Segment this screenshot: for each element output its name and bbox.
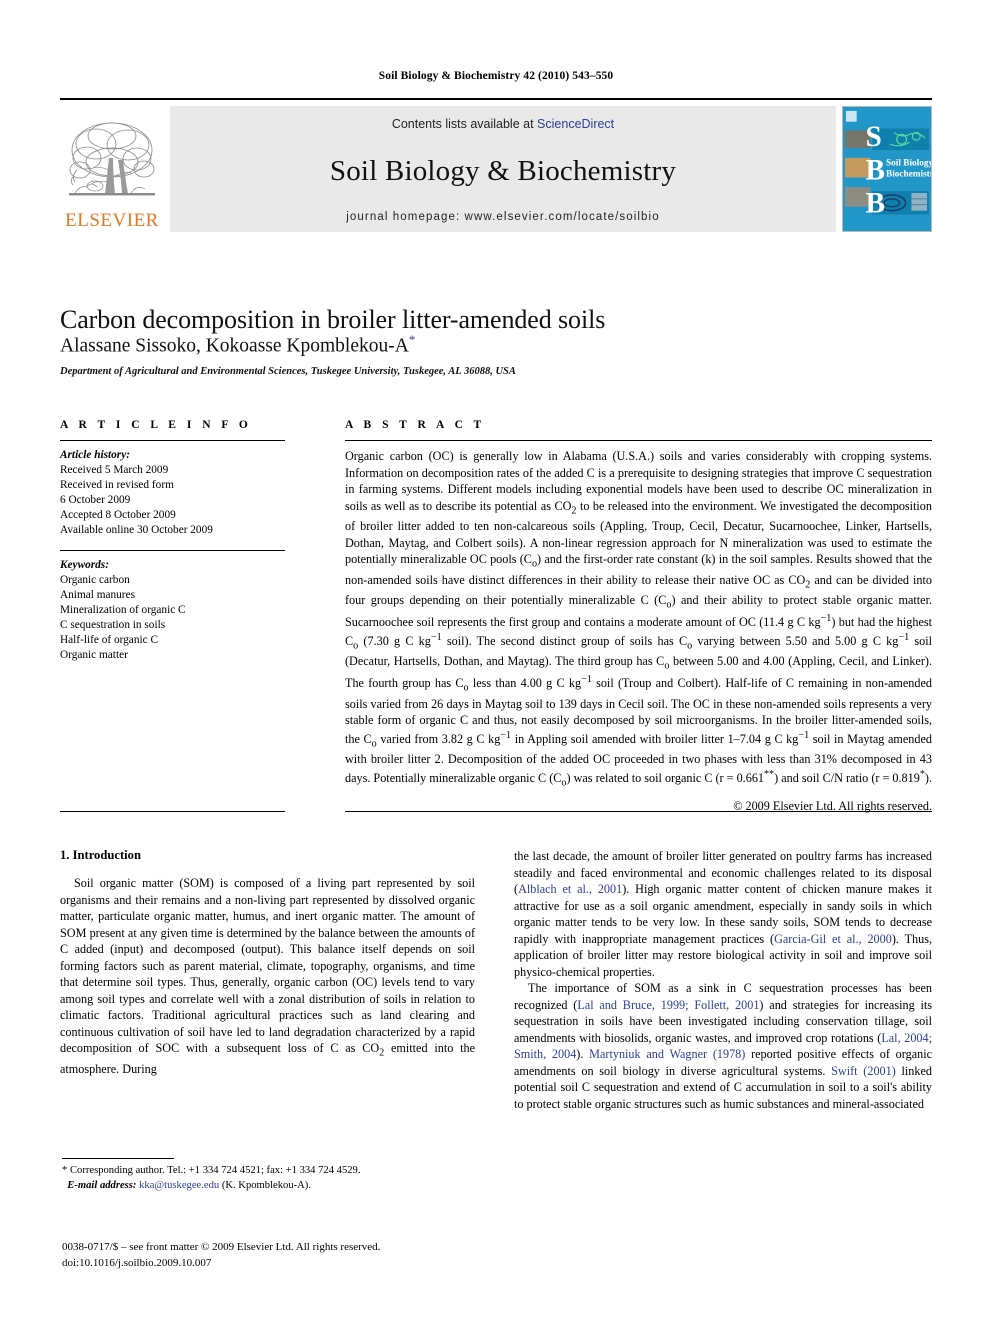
author-names: Alassane Sissoko, Kokoasse Kpomblekou-A bbox=[60, 335, 409, 357]
history-item: Received 5 March 2009 bbox=[60, 464, 169, 477]
citation-link[interactable]: Alblach et al., 2001 bbox=[518, 882, 622, 896]
keyword-item: Organic matter bbox=[60, 649, 128, 662]
footnote-marker: * bbox=[62, 1165, 68, 1176]
keyword-item: Organic carbon bbox=[60, 574, 130, 587]
intro-paragraph-right-2: The importance of SOM as a sink in C seq… bbox=[514, 980, 932, 1112]
elsevier-logo: ELSEVIER bbox=[60, 106, 164, 232]
keywords-rule bbox=[60, 550, 285, 552]
article-info-heading: A R T I C L E I N F O bbox=[60, 419, 252, 431]
svg-text:B: B bbox=[865, 154, 885, 186]
abstract-block: A B S T R A C T Organic carbon (OC) is g… bbox=[345, 419, 932, 814]
para-text: ). bbox=[576, 1047, 590, 1062]
svg-text:S: S bbox=[865, 121, 881, 153]
email-label: E-mail address: bbox=[67, 1180, 137, 1192]
svg-text:Biochemistry: Biochemistry bbox=[886, 169, 931, 179]
email-link[interactable]: kka@tuskegee.edu bbox=[139, 1180, 219, 1191]
keyword-item: Animal manures bbox=[60, 589, 135, 602]
svg-text:Soil Biology &: Soil Biology & bbox=[886, 159, 931, 169]
body-column-right: the last decade, the amount of broiler l… bbox=[514, 848, 932, 1113]
article-page: Soil Biology & Biochemistry 42 (2010) 54… bbox=[0, 0, 992, 1323]
history-item: Accepted 8 October 2009 bbox=[60, 509, 176, 522]
cover-artwork-icon: S B B Soil Biology & Biochemistry bbox=[843, 107, 931, 231]
abstract-heading: A B S T R A C T bbox=[345, 419, 486, 431]
corresponding-author-footnote: * Corresponding author. Tel.: +1 334 724… bbox=[62, 1163, 477, 1193]
header-rule bbox=[60, 98, 932, 100]
doi-line: doi:10.1016/j.soilbio.2009.10.007 bbox=[62, 1256, 212, 1269]
history-item: Available online 30 October 2009 bbox=[60, 524, 213, 537]
history-item: Received in revised form bbox=[60, 479, 174, 492]
keywords-label: Keywords: bbox=[60, 559, 109, 572]
keyword-item: Mineralization of organic C bbox=[60, 604, 186, 617]
article-info-block: A R T I C L E I N F O Article history: R… bbox=[60, 419, 285, 663]
elsevier-tree-icon bbox=[69, 122, 155, 196]
article-history: Article history: Received 5 March 2009 R… bbox=[60, 448, 285, 538]
journal-homepage-link[interactable]: journal homepage: www.elsevier.com/locat… bbox=[346, 211, 659, 223]
author-list: Alassane Sissoko, Kokoasse Kpomblekou-A* bbox=[60, 332, 932, 358]
footnote-contact: Corresponding author. Tel.: +1 334 724 4… bbox=[69, 1165, 361, 1176]
citation-link[interactable]: Martyniuk and Wagner (1978) bbox=[589, 1047, 745, 1061]
citation-link[interactable]: Garcia-Gil et al., 2000 bbox=[774, 932, 892, 946]
keyword-item: Half-life of organic C bbox=[60, 634, 158, 647]
corresponding-author-marker[interactable]: * bbox=[409, 332, 416, 347]
right-column-rule bbox=[345, 811, 932, 812]
sciencedirect-link[interactable]: ScienceDirect bbox=[537, 117, 614, 131]
article-info-rule bbox=[60, 440, 285, 441]
keyword-item: C sequestration in soils bbox=[60, 619, 166, 632]
running-head: Soil Biology & Biochemistry 42 (2010) 54… bbox=[378, 70, 614, 82]
contents-prefix: Contents lists available at bbox=[391, 117, 534, 131]
intro-paragraph-right-1: the last decade, the amount of broiler l… bbox=[514, 848, 932, 980]
abstract-text: Organic carbon (OC) is generally low in … bbox=[345, 449, 933, 789]
affiliation: Department of Agricultural and Environme… bbox=[60, 366, 516, 377]
journal-banner: ELSEVIER Contents lists available at Sci… bbox=[60, 106, 932, 232]
abstract-rule bbox=[345, 440, 932, 441]
body-column-left: 1. Introduction Soil organic matter (SOM… bbox=[60, 848, 475, 1077]
history-item: 6 October 2009 bbox=[60, 494, 131, 507]
page-footer: 0038-0717/$ – see front matter © 2009 El… bbox=[62, 1240, 562, 1271]
journal-cover-thumbnail[interactable]: S B B Soil Biology & Biochemistry bbox=[842, 106, 932, 232]
footnote-rule bbox=[62, 1158, 174, 1159]
email-owner: (K. Kpomblekou-A). bbox=[221, 1180, 311, 1192]
issn-copyright-line: 0038-0717/$ – see front matter © 2009 El… bbox=[62, 1241, 381, 1253]
section-heading-introduction: 1. Introduction bbox=[60, 848, 141, 862]
journal-title: Soil Biology & Biochemistry bbox=[329, 154, 677, 187]
intro-paragraph-left: Soil organic matter (SOM) is composed of… bbox=[60, 876, 475, 1076]
contents-line: Contents lists available at ScienceDirec… bbox=[392, 117, 614, 131]
elsevier-wordmark: ELSEVIER bbox=[65, 210, 159, 231]
left-column-rule bbox=[60, 811, 285, 812]
citation-link[interactable]: Swift (2001) bbox=[831, 1064, 896, 1078]
article-history-label: Article history: bbox=[60, 449, 130, 461]
citation-link[interactable]: Lal and Bruce, 1999; Follett, 2001 bbox=[577, 998, 759, 1012]
page-title: Carbon decomposition in broiler litter-a… bbox=[60, 305, 606, 335]
svg-text:B: B bbox=[865, 188, 885, 220]
keywords-block: Keywords: Organic carbon Animal manures … bbox=[60, 558, 285, 663]
banner-center: Contents lists available at ScienceDirec… bbox=[170, 106, 836, 232]
